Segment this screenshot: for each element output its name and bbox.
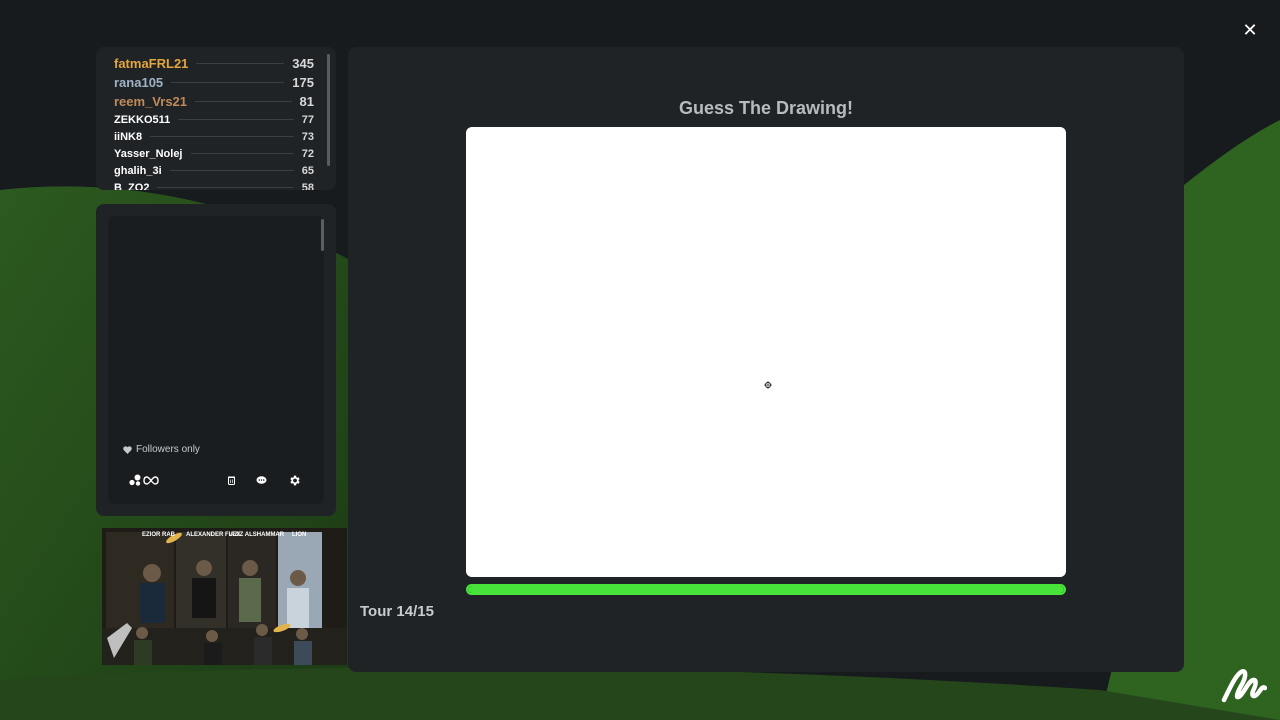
banner-label: EZIOR RAB — [142, 532, 175, 538]
chat-panel — [96, 204, 336, 516]
leaderboard-row: ghalih_3i 65 — [114, 163, 314, 178]
leaderboard: fatmaFRL21 345 rana105 175 reem_Vrs21 81… — [96, 47, 336, 190]
player-name[interactable]: ZEKKO511 — [114, 113, 175, 126]
heart-icon — [123, 445, 132, 454]
row-divider — [169, 170, 294, 171]
player-score: 175 — [288, 75, 314, 90]
followers-only-notice: Followers only — [123, 444, 200, 455]
row-divider — [195, 101, 292, 102]
cursor-icon — [764, 381, 772, 389]
leaderboard-row: fatmaFRL21 345 — [114, 55, 314, 72]
app-logo-icon[interactable] — [1219, 662, 1267, 708]
sponsor-banner-image[interactable]: EZIOR RAB ALEXANDER FLEX AZIZ ALSHAMMAR … — [102, 528, 347, 665]
player-score: 58 — [297, 181, 314, 190]
row-divider — [171, 82, 285, 83]
player-name[interactable]: fatmaFRL21 — [114, 56, 193, 71]
leaderboard-row: rana105 175 — [114, 74, 314, 91]
game-title: Guess The Drawing! — [678, 98, 854, 118]
player-name[interactable]: reem_Vrs21 — [114, 94, 192, 109]
row-divider — [196, 63, 285, 64]
trash-icon[interactable] — [227, 472, 235, 488]
leaderboard-row: B_ZO2 58 — [114, 180, 314, 190]
row-divider — [157, 187, 294, 188]
timer-progress-fill — [468, 586, 1064, 593]
player-score: 345 — [288, 56, 314, 71]
player-score: 65 — [297, 164, 314, 177]
leaderboard-row: Yasser_Nolej 72 — [114, 146, 314, 161]
player-score: 77 — [297, 113, 314, 126]
gear-icon[interactable] — [288, 472, 301, 488]
chat-toolbar — [128, 472, 308, 488]
row-divider — [150, 136, 294, 137]
infinity-icon[interactable] — [143, 472, 159, 488]
player-name[interactable]: Yasser_Nolej — [114, 147, 187, 160]
timer-progress-bar — [466, 584, 1066, 595]
round-counter: Tour 14/15 — [360, 603, 434, 620]
followers-only-label: Followers only — [136, 444, 200, 455]
player-name[interactable]: ghalih_3i — [114, 164, 166, 177]
player-name[interactable]: rana105 — [114, 75, 168, 90]
drawing-canvas[interactable] — [466, 127, 1066, 577]
leaderboard-row: iiNK8 73 — [114, 129, 314, 144]
chat-messages — [108, 216, 324, 504]
banner-label: AZIZ ALSHAMMAR — [230, 532, 285, 538]
banner-label: LION — [292, 532, 307, 538]
close-button[interactable]: ✕ — [1240, 20, 1260, 40]
chat-bubble-icon[interactable] — [256, 472, 267, 488]
player-score: 81 — [295, 94, 314, 109]
players-icon[interactable] — [128, 472, 142, 488]
row-divider — [178, 119, 294, 120]
chat-scrollbar[interactable] — [321, 219, 324, 251]
player-name[interactable]: iiNK8 — [114, 130, 147, 143]
leaderboard-row: ZEKKO511 77 — [114, 112, 314, 127]
leaderboard-row: reem_Vrs21 81 — [114, 93, 314, 110]
leaderboard-scrollbar[interactable] — [327, 54, 330, 166]
player-name[interactable]: B_ZO2 — [114, 181, 154, 190]
row-divider — [190, 153, 294, 154]
player-score: 73 — [297, 130, 314, 143]
leaderboard-list: fatmaFRL21 345 rana105 175 reem_Vrs21 81… — [114, 55, 314, 190]
player-score: 72 — [297, 147, 314, 160]
sponsor-artwork — [102, 528, 347, 665]
